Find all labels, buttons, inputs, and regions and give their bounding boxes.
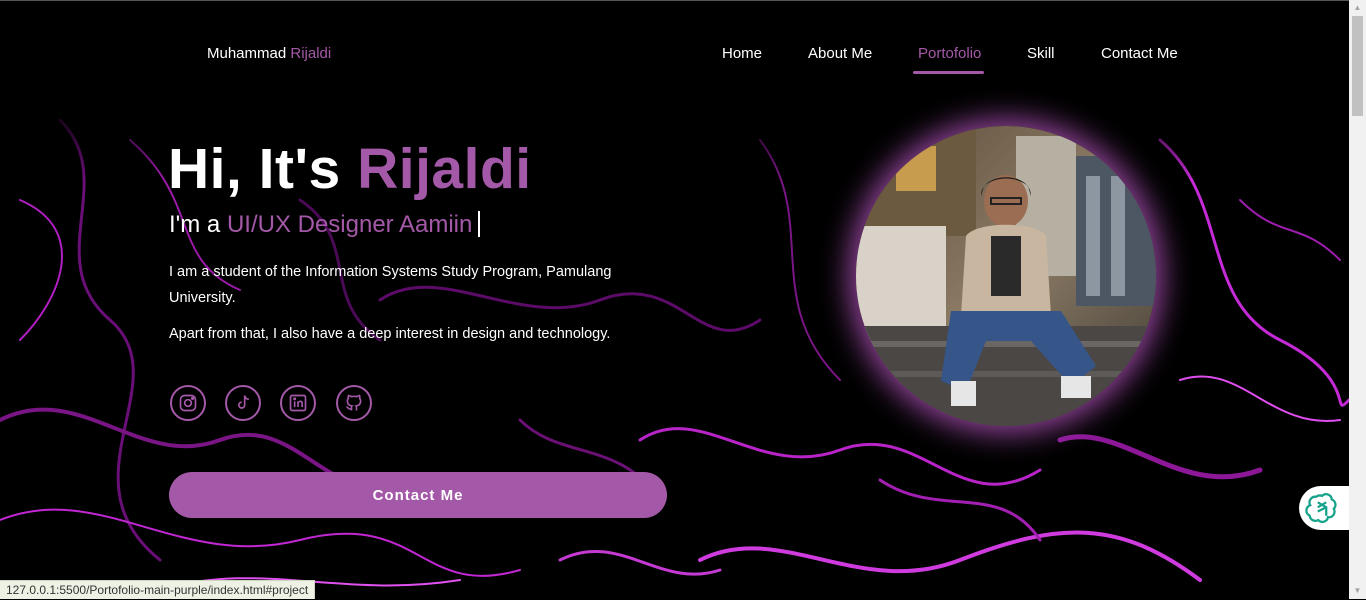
nav-active-indicator bbox=[913, 71, 984, 74]
nav-contact-me[interactable]: Contact Me bbox=[1101, 45, 1178, 62]
linkedin-link[interactable] bbox=[280, 385, 316, 421]
status-bar-url: 127.0.0.1:5500/Portofolio-main-purple/in… bbox=[0, 580, 316, 599]
hero-description-1: I am a student of the Information System… bbox=[169, 264, 612, 306]
nav-about-me[interactable]: About Me bbox=[808, 45, 872, 62]
logo-last-name: Rijaldi bbox=[290, 45, 332, 62]
nav-portofolio[interactable]: Portofolio bbox=[918, 45, 981, 62]
linkedin-icon bbox=[289, 394, 307, 412]
assistant-widget[interactable] bbox=[1299, 486, 1349, 530]
hero-title: Hi, It's Rijaldi bbox=[168, 136, 532, 202]
tiktok-link[interactable] bbox=[225, 385, 261, 421]
github-link[interactable] bbox=[336, 385, 372, 421]
page-scrollbar[interactable]: ▲ ▼ bbox=[1349, 0, 1366, 599]
logo-first-name: Muhammad bbox=[207, 45, 287, 62]
subtitle-prefix: I'm a bbox=[169, 211, 227, 238]
hero-subtitle: I'm a UI/UX Designer Aamiin bbox=[169, 211, 481, 239]
profile-photo bbox=[856, 126, 1156, 426]
hero-greeting: Hi, It's bbox=[168, 137, 358, 201]
contact-me-button[interactable]: Contact Me bbox=[169, 472, 667, 518]
scroll-down-arrow-icon[interactable]: ▼ bbox=[1349, 583, 1366, 599]
site-logo[interactable]: Muhammad Rijaldi bbox=[207, 45, 331, 62]
scrollbar-thumb[interactable] bbox=[1352, 16, 1363, 116]
tiktok-icon bbox=[238, 395, 249, 409]
instagram-link[interactable] bbox=[170, 385, 206, 421]
hero-name: Rijaldi bbox=[357, 137, 532, 201]
openai-icon bbox=[1305, 493, 1337, 523]
hero-description-2: Apart from that, I also have a deep inte… bbox=[169, 326, 611, 342]
github-icon bbox=[346, 394, 362, 411]
instagram-icon bbox=[179, 394, 197, 412]
window-top-border bbox=[0, 0, 1349, 1]
nav-skill[interactable]: Skill bbox=[1027, 45, 1055, 62]
scroll-up-arrow-icon[interactable]: ▲ bbox=[1349, 0, 1366, 16]
typing-caret bbox=[478, 211, 481, 237]
subtitle-role: UI/UX Designer Aamiin bbox=[226, 211, 473, 238]
profile-photo-illustration bbox=[856, 126, 1156, 426]
nav-home[interactable]: Home bbox=[722, 45, 762, 62]
